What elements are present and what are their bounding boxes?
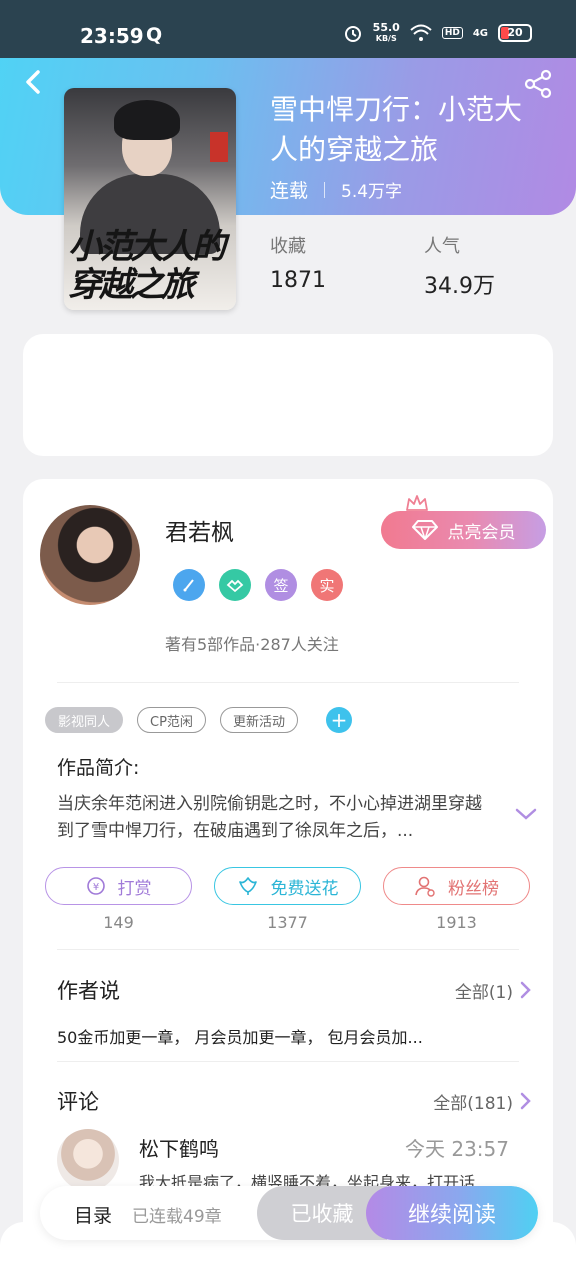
fans-count: 1913: [436, 913, 477, 932]
wifi-icon: [410, 24, 432, 41]
net-speed: 55.0 KB/S: [373, 22, 400, 44]
tag-item[interactable]: 更新活动: [219, 707, 298, 733]
action-row: ¥ 打赏 149 免费送花 1377 粉丝榜 1913: [45, 867, 530, 932]
vip-button[interactable]: 点亮会员: [381, 511, 546, 549]
author-badges: 签 实: [173, 569, 343, 601]
tag-list: 影视同人 CP范闲 更新活动 +: [45, 707, 352, 733]
meta-divider: [324, 181, 326, 198]
continue-reading-button[interactable]: 继续阅读: [366, 1186, 538, 1240]
status-time: 23:59: [80, 24, 144, 48]
chapter-count: 已连载49章: [132, 1207, 222, 1227]
stat-popularity-value: 34.9万: [424, 274, 495, 299]
toc-button[interactable]: 目录: [74, 1201, 112, 1228]
comments-more[interactable]: 全部(181): [433, 1089, 531, 1114]
word-count: 5.4万字: [341, 182, 403, 202]
net-speed-value: 55.0: [372, 21, 400, 34]
hd-icon: HD: [441, 27, 463, 39]
fans-action: 粉丝榜 1913: [383, 867, 530, 932]
cover-seal: [210, 132, 228, 162]
author-avatar[interactable]: [40, 505, 140, 605]
author-says-title: 作者说: [57, 979, 120, 1003]
fans-rank-label: 粉丝榜: [448, 878, 499, 899]
send-flower-label: 免费送花: [270, 878, 339, 899]
intro-label: 作品简介:: [57, 757, 140, 779]
net-speed-unit: KB/S: [375, 34, 397, 43]
alarm-icon: [344, 26, 361, 42]
stat-popularity-label: 人气: [424, 236, 460, 257]
stat-favorites: 收藏 1871: [270, 232, 326, 293]
reward-label: 打赏: [117, 878, 152, 899]
reward-action: ¥ 打赏 149: [45, 867, 192, 932]
flower-count: 1377: [267, 913, 308, 932]
comments-more-label: 全部(181): [433, 1093, 513, 1114]
book-status: 连载: [270, 180, 309, 202]
blank-card: [23, 334, 553, 456]
book-meta: 连载 5.4万字: [270, 176, 402, 203]
cover-figure-hair: [114, 100, 180, 140]
author-says-more[interactable]: 全部(1): [455, 978, 531, 1003]
chevron-right-icon: [520, 1092, 531, 1110]
author-says-more-label: 全部(1): [454, 982, 513, 1003]
handshake-medal-icon: [219, 569, 251, 601]
writer-medal-icon: [173, 569, 205, 601]
divider: [57, 682, 519, 683]
tag-item[interactable]: CP范闲: [137, 707, 206, 733]
bottom-bar: 目录 已连载49章 已收藏 继续阅读: [40, 1186, 538, 1240]
comment-user[interactable]: 松下鹤鸣: [139, 1133, 219, 1162]
fans-rank-button[interactable]: 粉丝榜: [383, 867, 530, 905]
author-card: 君若枫 点亮会员 签 实 著有5部作品·287人关注 影视同人 CP范闲 更新活…: [23, 479, 553, 1259]
send-flower-button[interactable]: 免费送花: [214, 867, 361, 905]
stat-popularity: 人气 34.9万: [424, 232, 495, 300]
flower-icon: [238, 877, 257, 895]
author-note: 50金币加更一章， 月会员加更一章， 包月会员加...: [57, 1028, 423, 1047]
comment-time: 今天 23:57: [405, 1137, 509, 1161]
stat-favorites-label: 收藏: [270, 236, 306, 257]
crown-icon: [406, 495, 428, 511]
signal-icon: 4G: [472, 27, 488, 39]
svg-text:¥: ¥: [92, 882, 98, 893]
comments-title: 评论: [57, 1090, 99, 1114]
user-icon: [415, 876, 435, 897]
verified-badge: 实: [311, 569, 343, 601]
signed-badge: 签: [265, 569, 297, 601]
add-tag-button[interactable]: +: [325, 707, 352, 733]
status-bar: 23:59 Q 55.0 KB/S HD 4G 20: [0, 0, 576, 58]
coin-icon: ¥: [86, 877, 105, 895]
author-summary: 著有5部作品·287人关注: [165, 635, 339, 654]
book-title: 雪中悍刀行：小范大人的穿越之旅: [270, 93, 523, 166]
reward-count: 149: [103, 913, 134, 932]
reward-button[interactable]: ¥ 打赏: [45, 867, 192, 905]
intro-text: 当庆余年范闲进入别院偷钥匙之时，不小心掉进湖里穿越到了雪中悍刀行，在破庙遇到了徐…: [57, 794, 482, 841]
author-name[interactable]: 君若枫: [165, 513, 234, 547]
cover-title: 小范大人的穿越之旅: [68, 227, 226, 305]
diamond-icon: [411, 520, 438, 540]
app-notification-icon: Q: [146, 24, 163, 46]
chevron-right-icon: [520, 981, 531, 999]
tag-item[interactable]: 影视同人: [45, 707, 124, 733]
chevron-down-icon[interactable]: [515, 807, 537, 821]
divider: [57, 1061, 519, 1062]
author-says-header[interactable]: 作者说 全部(1): [57, 975, 531, 1005]
book-cover[interactable]: 小范大人的穿越之旅: [64, 88, 236, 310]
stat-favorites-value: 1871: [270, 268, 326, 293]
flower-action: 免费送花 1377: [214, 867, 361, 932]
comments-header[interactable]: 评论 全部(181): [57, 1086, 531, 1116]
battery-level: 20: [507, 26, 523, 39]
comment-avatar[interactable]: [57, 1129, 119, 1191]
battery-icon: 20: [498, 24, 532, 42]
vip-button-label: 点亮会员: [447, 522, 516, 543]
divider: [57, 949, 519, 950]
back-icon[interactable]: [18, 66, 48, 98]
